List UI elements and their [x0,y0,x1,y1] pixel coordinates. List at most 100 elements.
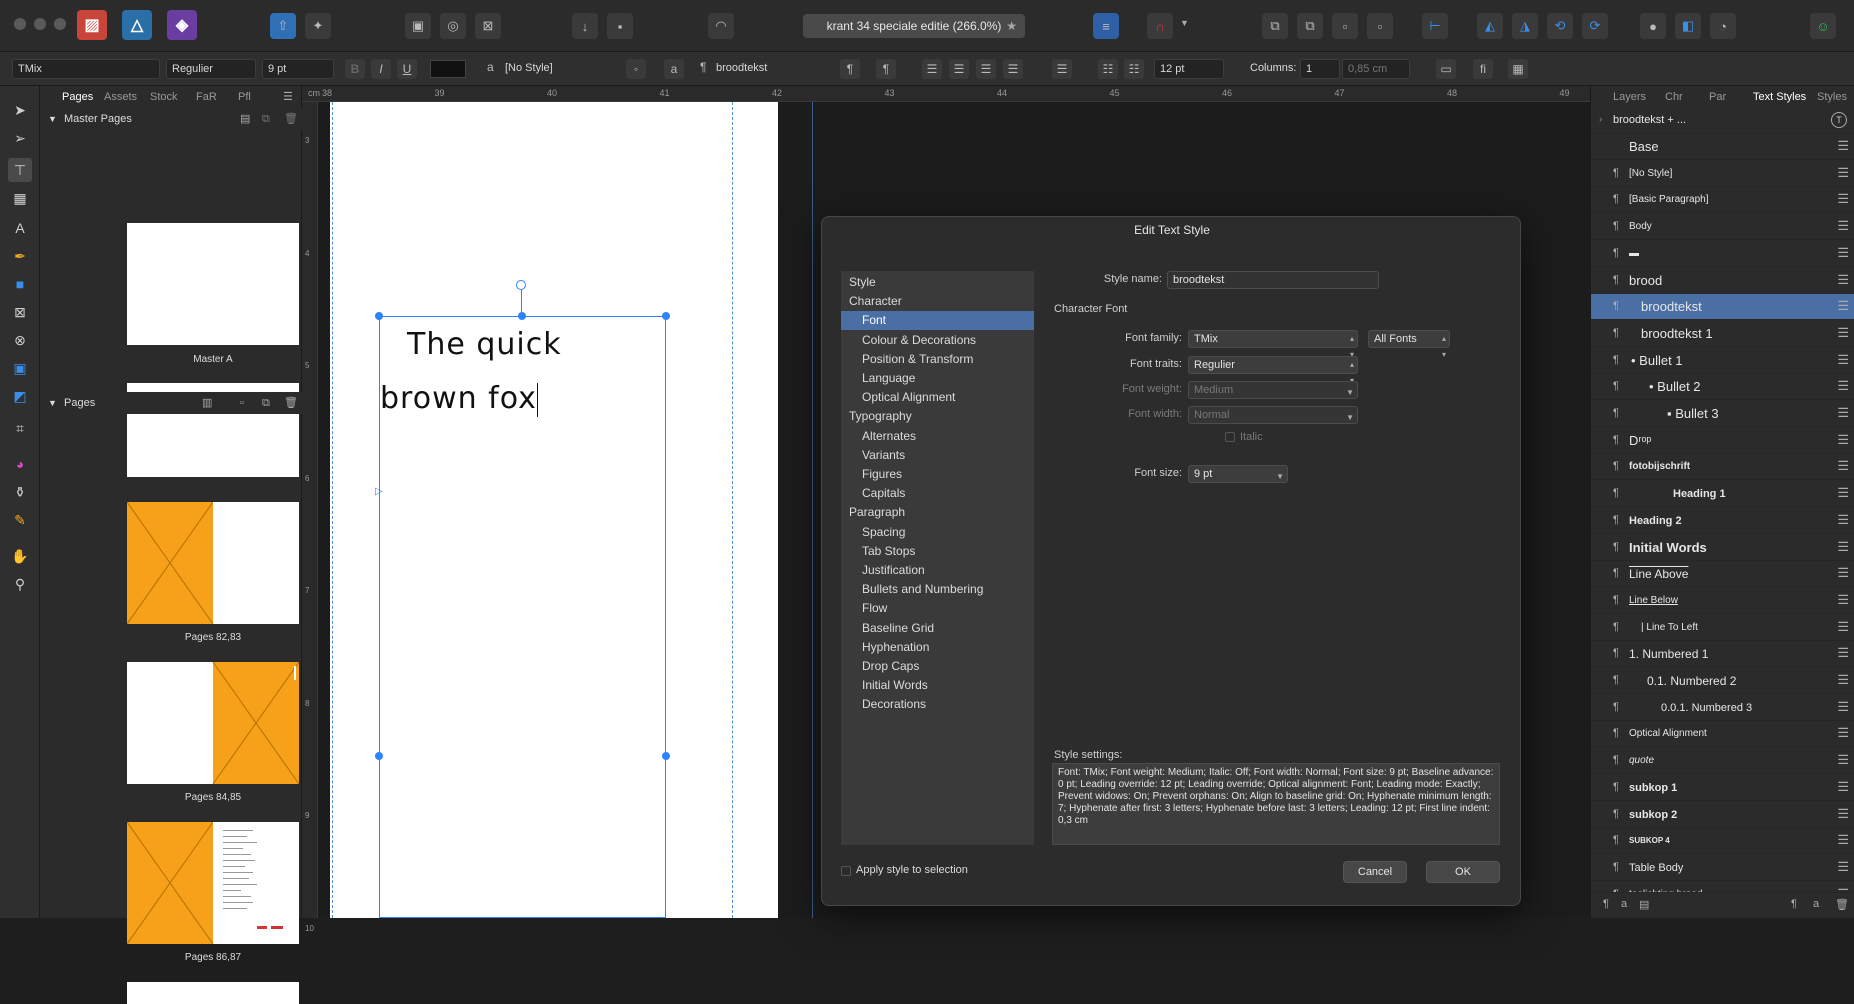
style-item-menu-icon[interactable]: ☰ [1837,352,1849,368]
style-item[interactable]: ¶ | Line To Left ☰ [1591,615,1854,641]
share-icon[interactable]: ⇧ [270,13,296,39]
align-text-left-icon[interactable]: ☰ [922,59,942,79]
style-item-menu-icon[interactable]: ☰ [1837,165,1849,181]
page-options-icon[interactable]: ▥ [202,392,212,414]
text-wrap-icon[interactable]: ≡ [1093,13,1119,39]
nav-item-character[interactable]: Character [841,292,1034,311]
table-tool-icon[interactable]: ▦ [8,186,32,210]
style-item-menu-icon[interactable]: ☰ [1837,191,1849,207]
align-text-right-icon[interactable]: ☰ [976,59,996,79]
tab-styles[interactable]: Styles [1817,86,1847,108]
character-style-select[interactable]: [No Style] [500,59,616,79]
reset-para-icon[interactable]: ¶ [1791,898,1797,910]
font-family-select[interactable]: TMix ▴ ▾ [1188,330,1358,359]
designer-persona-icon[interactable]: △ [122,10,152,40]
spread-88-thumbnail[interactable] [127,982,299,1004]
tab-star-icon[interactable]: ★ [1006,14,1017,38]
style-item-menu-icon[interactable]: ☰ [1837,138,1849,154]
ok-button[interactable]: OK [1426,861,1500,883]
style-item-menu-icon[interactable]: ☰ [1837,432,1849,448]
style-item[interactable]: ¶ subkop 1 ☰ [1591,775,1854,801]
font-family-select[interactable]: TMix [12,59,160,79]
style-item[interactable]: ¶ [Basic Paragraph] ☰ [1591,187,1854,214]
style-item-menu-icon[interactable]: ☰ [1837,245,1849,261]
style-item[interactable]: ¶ broodtekst ☰ [1591,294,1854,321]
frame-text-tool-icon[interactable]: ⊤ [8,158,32,182]
align-text-center-icon[interactable]: ☰ [949,59,969,79]
flip-horizontal-icon[interactable]: ◭ [1477,13,1503,39]
panel-menu-icon[interactable]: ☰ [283,86,293,108]
boolean-subtract-icon[interactable]: ◧ [1675,13,1701,39]
style-item[interactable]: ¶ 0.0.1. Numbered 3 ☰ [1591,695,1854,721]
text-color-swatch[interactable] [430,60,466,78]
para-style-option-icon[interactable]: ¶ [840,59,860,79]
style-item[interactable]: ¶ brood ☰ [1591,268,1854,294]
move-tool-icon[interactable]: ➤ [8,98,32,122]
flip-vertical-icon[interactable]: ◮ [1512,13,1538,39]
reset-char-icon[interactable]: a [1813,898,1819,910]
expand-chevron-icon[interactable]: › [1599,114,1602,125]
italic-button[interactable]: I [371,59,391,79]
picture-frame-tool-icon[interactable]: ⊠ [8,300,32,324]
rotation-handle[interactable] [516,280,526,290]
style-item[interactable]: ¶ quote ☰ [1591,748,1854,775]
nav-item-drop-caps[interactable]: Drop Caps [841,657,1034,676]
style-item[interactable]: ¶ Table Body ☰ [1591,855,1854,881]
nav-item-capitals[interactable]: Capitals [841,484,1034,503]
style-item-menu-icon[interactable]: ☰ [1837,859,1849,875]
nav-item-hyphenation[interactable]: Hyphenation [841,638,1034,657]
frame-handle-tr[interactable] [662,312,670,320]
style-item[interactable]: ¶ ▪ Bullet 3 ☰ [1591,401,1854,427]
tab-paragraph[interactable]: Par [1709,86,1726,108]
new-char-style-icon[interactable]: a [1621,898,1627,910]
style-info-icon[interactable]: T [1831,112,1847,128]
rectangle-tool-icon[interactable]: ■ [8,272,32,296]
nav-item-font[interactable]: Font [841,311,1034,331]
square-icon[interactable]: ▪ [607,13,633,39]
frame-text-content[interactable]: The quick brown fox [380,318,660,426]
place-image-tool-icon[interactable]: ▣ [8,356,32,380]
color-picker-tool-icon[interactable]: ◕ [8,452,32,476]
style-name-input[interactable]: broodtekst [1167,271,1379,289]
nav-item-typography[interactable]: Typography [841,407,1034,426]
arrange-forward-icon[interactable]: ▫ [1332,13,1358,39]
paragraph-style-select[interactable]: broodtekst [711,59,827,79]
style-item-menu-icon[interactable]: ☰ [1837,325,1849,341]
photo-persona-icon[interactable]: ◈ [167,10,197,40]
font-filter-select[interactable]: All Fonts ▴ ▾ [1368,330,1450,359]
nav-item-figures[interactable]: Figures [841,465,1034,484]
disclosure-triangle-icon[interactable]: ▼ [48,108,57,130]
style-item[interactable]: ¶ Optical Alignment ☰ [1591,721,1854,748]
style-item-menu-icon[interactable]: ☰ [1837,619,1849,635]
font-size-select[interactable]: 9 pt ▼ [1188,465,1288,483]
delete-style-icon[interactable]: 🗑 [1835,898,1849,911]
font-width-select[interactable]: Normal ▼ [1188,406,1358,424]
style-item[interactable]: ¶ SUBKOP 4 ☰ [1591,828,1854,855]
page-delete-icon[interactable]: 🗑 [284,392,298,414]
snapping-magnet-icon[interactable]: ∩ [1147,13,1173,39]
style-item-menu-icon[interactable]: ☰ [1837,752,1849,768]
style-item[interactable]: ¶ fotobijschrift ☰ [1591,454,1854,481]
bullet-list-icon[interactable]: ☷ [1098,59,1118,79]
rotate-left-icon[interactable]: ⟲ [1547,13,1573,39]
style-item[interactable]: ¶ • Bullet 2 ☰ [1591,374,1854,401]
style-item-menu-icon[interactable]: ☰ [1837,539,1849,555]
para-style-pilcrow-icon[interactable]: ¶ [876,59,896,79]
style-item-menu-icon[interactable]: ☰ [1837,272,1849,288]
style-item[interactable]: ¶ [No Style] ☰ [1591,161,1854,187]
align-left-icon[interactable]: ⊢ [1422,13,1448,39]
tab-stock[interactable]: Stock [150,86,178,108]
ligature-icon[interactable]: fi [1473,59,1493,79]
style-item-menu-icon[interactable]: ☰ [1837,645,1849,661]
style-item-menu-icon[interactable]: ☰ [1837,458,1849,474]
style-item[interactable]: ¶ • Bullet 1 ☰ [1591,348,1854,374]
nav-item-flow[interactable]: Flow [841,599,1034,618]
tab-text-styles[interactable]: Text Styles [1753,86,1806,108]
style-item[interactable]: ¶ Heading 1 ☰ [1591,481,1854,508]
nav-item-tab-stops[interactable]: Tab Stops [841,542,1034,561]
publisher-persona-icon[interactable]: ▨ [77,10,107,40]
style-item-menu-icon[interactable]: ☰ [1837,378,1849,394]
tab-far[interactable]: FaR [196,86,217,108]
boolean-add-icon[interactable]: ● [1640,13,1666,39]
apply-style-checkbox[interactable] [841,866,851,876]
